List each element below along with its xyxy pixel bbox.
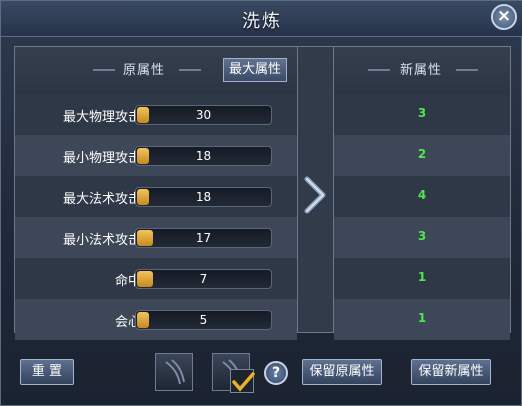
original-attributes-label: 原属性: [123, 63, 166, 78]
material-slot-1[interactable]: [155, 353, 193, 391]
new-header: 新属性: [334, 47, 510, 94]
help-button[interactable]: ?: [264, 361, 288, 385]
attribute-row: 最小法术攻击 17: [15, 217, 297, 258]
attribute-bar: 18: [135, 187, 272, 207]
attribute-name: 最小法术攻击: [62, 233, 141, 248]
attribute-name: 最大物理攻击: [62, 110, 141, 125]
checkmark-icon: [232, 372, 255, 392]
window-title: 洗炼: [242, 11, 282, 32]
original-attributes-panel: 原属性 最大属性 最大物理攻击 30 最小物理攻击 18 最大法术攻击 18 最小法术攻击 1…: [14, 46, 298, 340]
new-attribute-row: 1: [334, 299, 510, 340]
title-bar[interactable]: 洗炼 ×: [1, 1, 522, 37]
attribute-value: 18: [195, 149, 212, 163]
new-attribute-row: 2: [334, 135, 510, 176]
attribute-bar: 17: [135, 228, 272, 248]
header-ornament: [368, 69, 390, 71]
close-icon: ×: [496, 6, 512, 26]
new-attribute-value: 1: [417, 311, 427, 325]
new-attribute-row: 3: [334, 217, 510, 258]
attribute-bar: 5: [135, 310, 272, 330]
new-attribute-value: 2: [417, 147, 427, 161]
auto-buy-checkbox[interactable]: [230, 369, 255, 393]
header-ornament: [93, 69, 115, 71]
header-ornament: [179, 69, 201, 71]
original-header: 原属性 最大属性: [15, 47, 297, 94]
keep-new-button[interactable]: 保留新属性: [411, 359, 491, 385]
max-attributes-button[interactable]: 最大属性: [223, 58, 287, 82]
attribute-row: 最小物理攻击 18: [15, 135, 297, 176]
chevron-right-icon: [304, 176, 326, 214]
question-icon: ?: [271, 365, 281, 381]
refine-window: 洗炼 × 原属性 最大属性 最大物理攻击 30 最小物理攻击 18 最大法术攻击 18 最小…: [0, 0, 522, 406]
new-attribute-value: 1: [417, 270, 427, 284]
new-attribute-row: 4: [334, 176, 510, 217]
new-attributes-label: 新属性: [400, 63, 443, 78]
new-attribute-row: 3: [334, 94, 510, 135]
header-ornament: [456, 69, 478, 71]
attribute-row: 会心 5: [15, 299, 297, 340]
attribute-value: 7: [199, 272, 208, 286]
attribute-row: 最大法术攻击 18: [15, 176, 297, 217]
attribute-row: 命中 7: [15, 258, 297, 299]
attribute-bar: 18: [135, 146, 272, 166]
attribute-bar: 7: [135, 269, 272, 289]
attribute-row: 最大物理攻击 30: [15, 94, 297, 135]
attribute-name: 最大法术攻击: [62, 192, 141, 207]
close-button[interactable]: ×: [491, 4, 517, 30]
attribute-value: 18: [195, 190, 212, 204]
new-attributes-panel: 新属性 3 2 4 3 1 1: [333, 46, 511, 340]
claw-icon: [165, 359, 185, 385]
attribute-value: 30: [195, 108, 212, 122]
attribute-bar: 30: [135, 105, 272, 125]
attribute-value: 5: [199, 313, 208, 327]
new-attribute-value: 4: [417, 188, 427, 202]
new-attribute-value: 3: [417, 229, 427, 243]
keep-original-button[interactable]: 保留原属性: [302, 359, 382, 385]
attribute-name: 最小物理攻击: [62, 151, 141, 166]
transfer-column: [298, 46, 333, 333]
attribute-value: 17: [195, 231, 212, 245]
reset-button[interactable]: 重 置: [20, 359, 74, 385]
new-attribute-row: 1: [334, 258, 510, 299]
new-attribute-value: 3: [417, 106, 427, 120]
